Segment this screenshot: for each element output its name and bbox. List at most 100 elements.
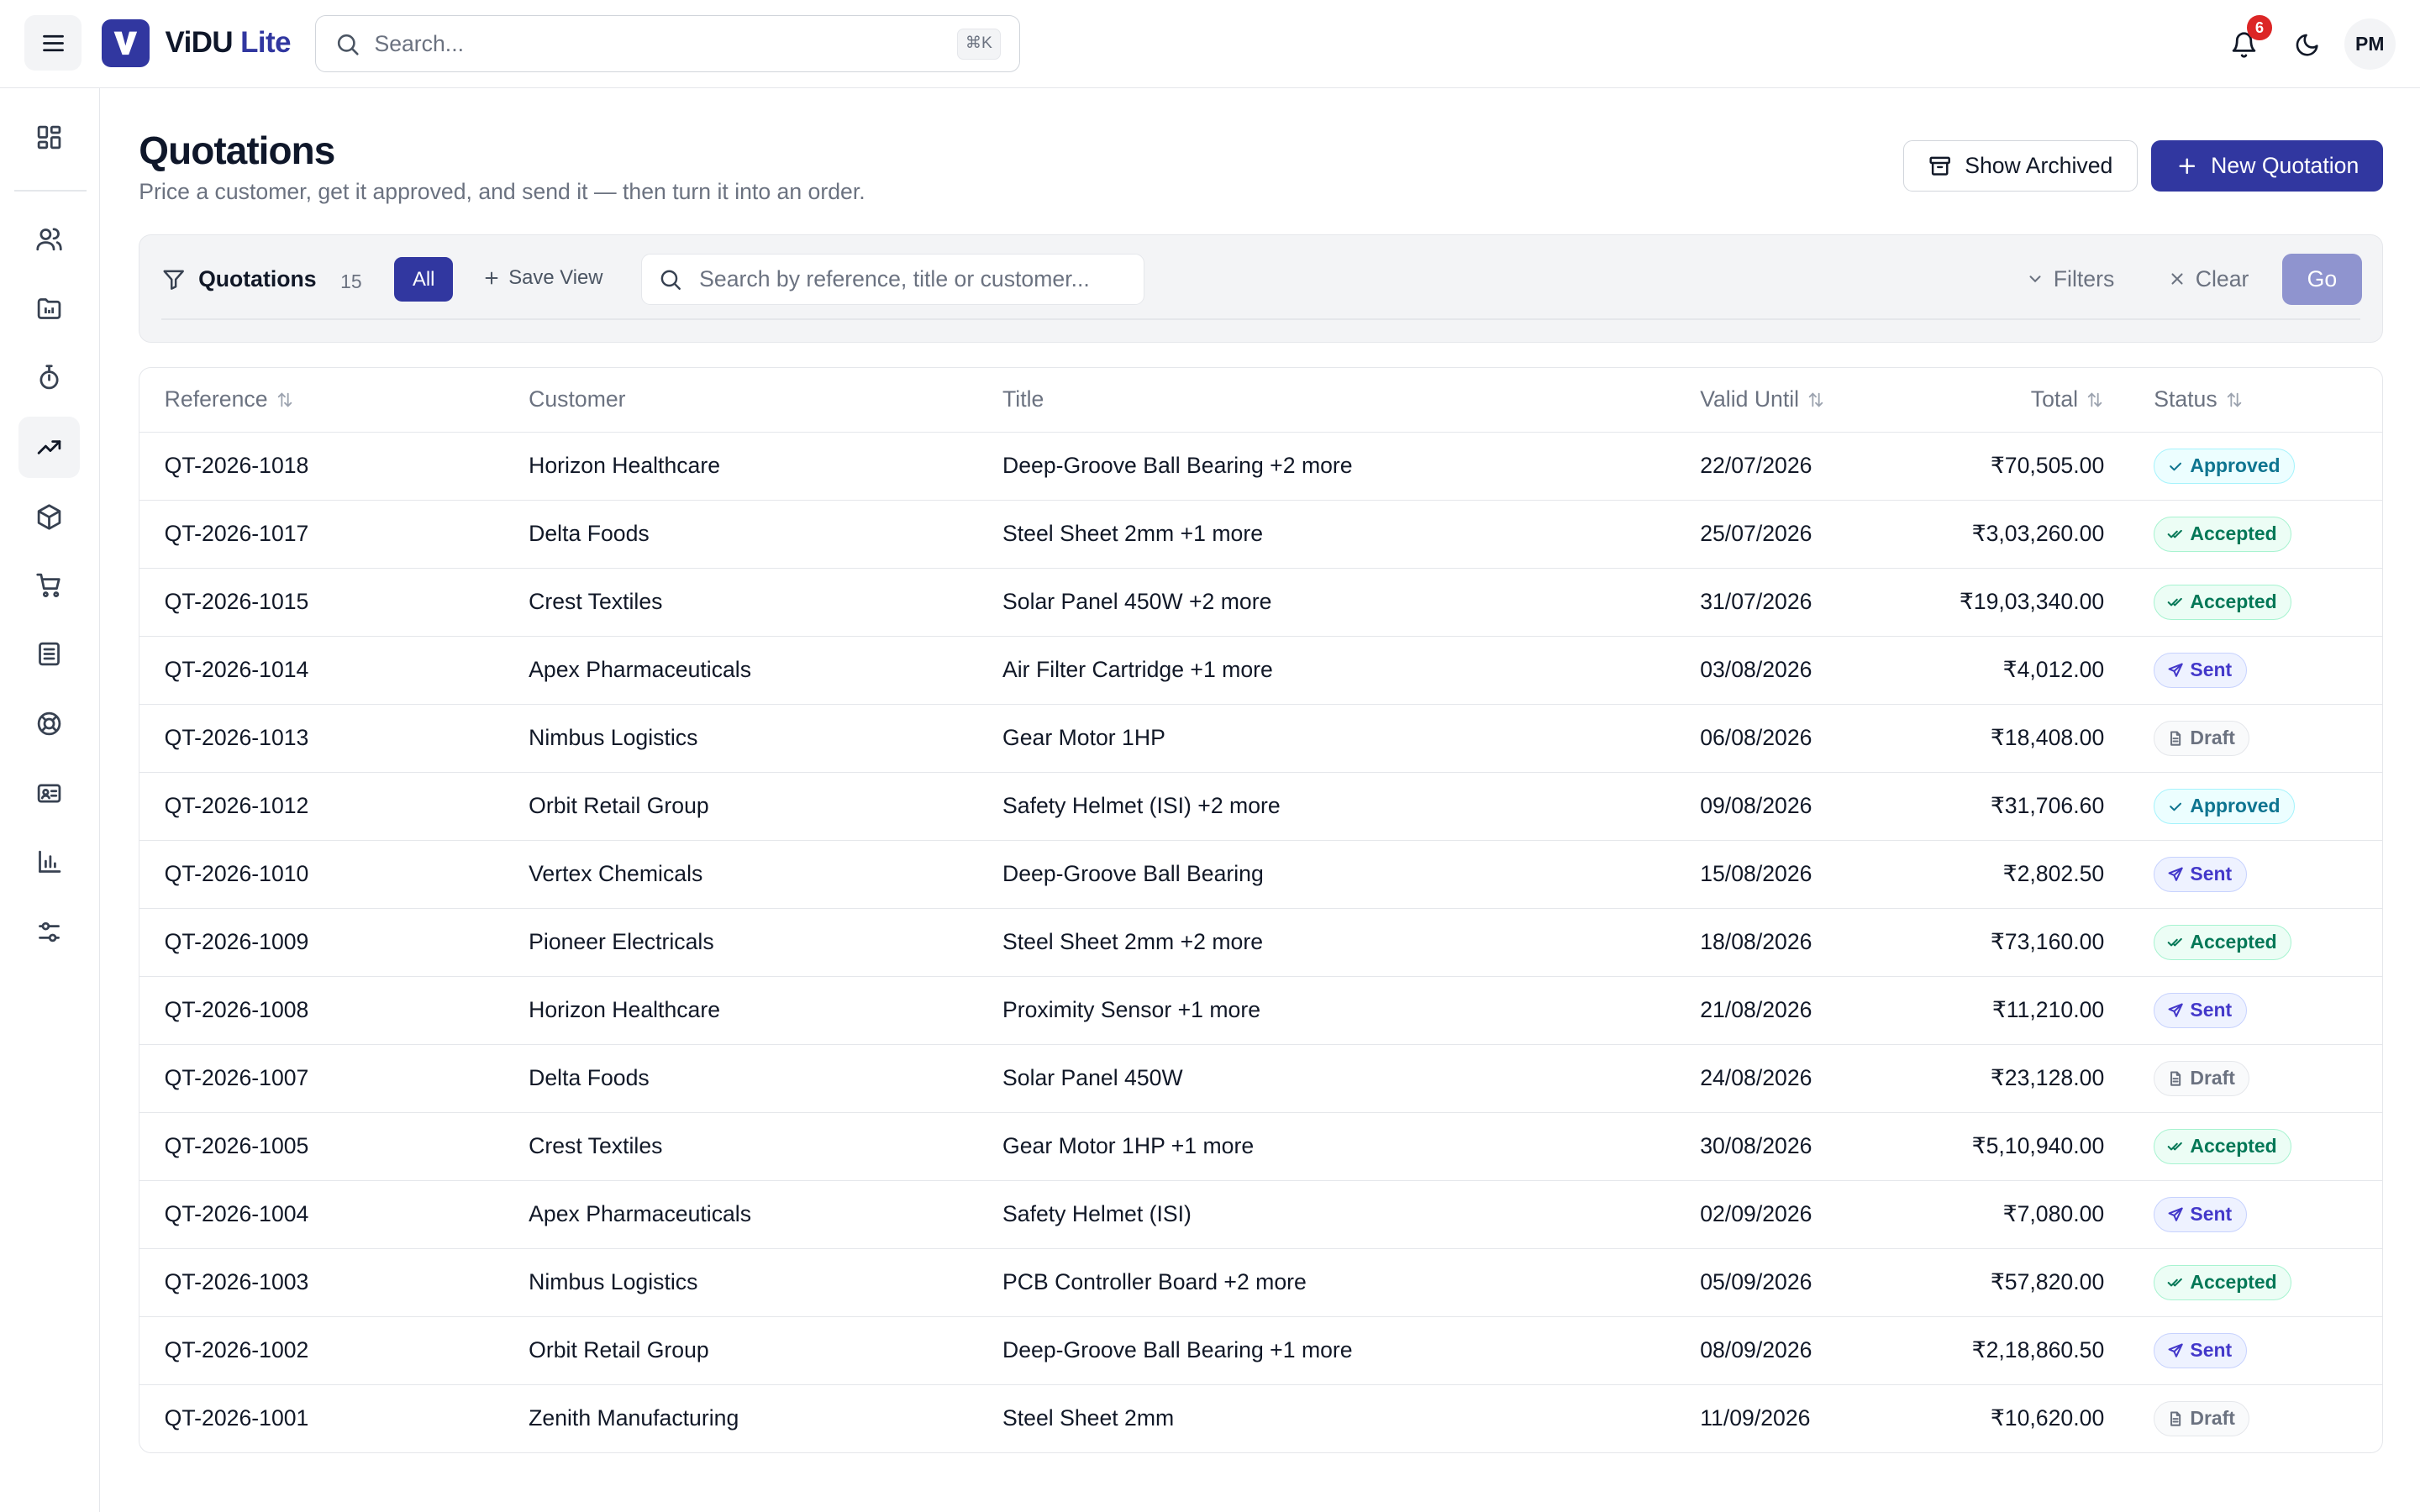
status-badge: Sent: [2154, 992, 2247, 1028]
status-badge: Accepted: [2154, 1128, 2292, 1164]
status-label: Sent: [2190, 1203, 2233, 1226]
new-quotation-label: New Quotation: [2211, 152, 2360, 178]
double-check-icon: [2167, 597, 2182, 606]
user-avatar[interactable]: PM: [2344, 18, 2396, 70]
cell-customer: Apex Pharmaceuticals: [529, 1201, 752, 1227]
check-icon: [2170, 802, 2181, 811]
sort-icon: [2087, 392, 2102, 407]
status-badge: Sent: [2154, 1196, 2247, 1232]
column-header-status[interactable]: Status: [2154, 386, 2244, 412]
menu-toggle-button[interactable]: [24, 15, 82, 71]
cell-total: ₹5,10,940.00: [1971, 1133, 2105, 1159]
table-row[interactable]: QT-2026-1012 Orbit Retail Group Safety Hel…: [139, 773, 2382, 842]
cell-reference: QT-2026-1010: [164, 861, 309, 887]
table-row[interactable]: QT-2026-1004 Apex Pharmaceuticals Safety H…: [139, 1181, 2382, 1250]
theme-toggle-button[interactable]: [2286, 24, 2328, 66]
table-row[interactable]: QT-2026-1010 Vertex Chemicals Deep-Groove …: [139, 841, 2382, 910]
status-badge: Approved: [2154, 448, 2295, 484]
cell-valid-until: 03/08/2026: [1700, 657, 1812, 683]
table-row[interactable]: QT-2026-1001 Zenith Manufacturing Steel Sh…: [139, 1385, 2382, 1452]
show-archived-button[interactable]: Show Archived: [1902, 140, 2138, 192]
cell-total: ₹4,012.00: [2002, 657, 2105, 683]
cell-title: Solar Panel 450W +2 more: [1002, 589, 1272, 615]
view-all-tab[interactable]: All: [394, 256, 454, 302]
status-badge: Accepted: [2154, 924, 2292, 960]
go-button[interactable]: Go: [2281, 254, 2363, 305]
cell-customer: Crest Textiles: [529, 1133, 663, 1159]
status-badge: Accepted: [2154, 1264, 2292, 1300]
table-row[interactable]: QT-2026-1013 Nimbus Logistics Gear Motor 1…: [139, 705, 2382, 774]
cart-icon: [36, 573, 60, 597]
cell-customer: Delta Foods: [529, 1065, 650, 1091]
cell-total: ₹57,820.00: [1990, 1269, 2105, 1295]
filters-label: Filters: [2053, 265, 2115, 291]
table-row[interactable]: QT-2026-1002 Orbit Retail Group Deep-Groov…: [139, 1317, 2382, 1386]
sidebar-item-settings[interactable]: [18, 901, 80, 963]
ledger-icon: [39, 642, 60, 666]
cell-title: Safety Helmet (ISI): [1002, 1201, 1192, 1227]
quotation-search-input[interactable]: Search by reference, title or customer..…: [641, 254, 1144, 305]
cell-total: ₹31,706.60: [1990, 793, 2105, 819]
status-label: Draft: [2190, 1067, 2235, 1089]
sidebar-item-purchases[interactable]: [18, 554, 80, 615]
sidebar-item-support[interactable]: [18, 693, 80, 754]
table-row[interactable]: QT-2026-1014 Apex Pharmaceuticals Air Filt…: [139, 637, 2382, 706]
cell-title: Steel Sheet 2mm +2 more: [1002, 929, 1264, 955]
save-view-label: Save View: [508, 265, 603, 289]
id-card-icon: [37, 784, 61, 803]
column-label: Reference: [164, 386, 268, 412]
table-row[interactable]: QT-2026-1018 Horizon Healthcare Deep-Groov…: [139, 433, 2382, 501]
sidebar-item-inventory[interactable]: [18, 486, 80, 548]
dashboard-icon: [37, 125, 61, 150]
sidebar: [0, 87, 101, 1512]
table-row[interactable]: QT-2026-1003 Nimbus Logistics PCB Controll…: [139, 1249, 2382, 1318]
filter-bar: Quotations 15 All Save View Search by re…: [139, 234, 2383, 343]
cell-total: ₹73,160.00: [1990, 929, 2105, 955]
cell-customer: Zenith Manufacturing: [529, 1405, 739, 1431]
table-row[interactable]: QT-2026-1015 Crest Textiles Solar Panel 45…: [139, 569, 2382, 638]
new-quotation-button[interactable]: New Quotation: [2151, 140, 2383, 192]
sidebar-item-accounting[interactable]: [18, 623, 80, 685]
cell-reference: QT-2026-1001: [164, 1405, 309, 1431]
table-row[interactable]: QT-2026-1009 Pioneer Electricals Steel She…: [139, 909, 2382, 978]
column-header-total[interactable]: Total: [2031, 386, 2104, 412]
table-header: Reference Customer Title Valid Until Tot…: [139, 368, 2382, 433]
column-header-valid-until[interactable]: Valid Until: [1700, 386, 1825, 412]
sidebar-item-sales[interactable]: [18, 416, 81, 479]
sidebar-item-projects[interactable]: [18, 278, 80, 339]
table-row[interactable]: QT-2026-1008 Horizon Healthcare Proximity …: [139, 977, 2382, 1046]
cell-title: Deep-Groove Ball Bearing: [1002, 861, 1264, 887]
table-row[interactable]: QT-2026-1007 Delta Foods Solar Panel 450W 2…: [139, 1045, 2382, 1114]
cell-title: Air Filter Cartridge +1 more: [1002, 657, 1273, 683]
cell-reference: QT-2026-1015: [164, 589, 309, 615]
column-label: Status: [2154, 386, 2217, 412]
sidebar-item-reports[interactable]: [18, 832, 80, 893]
cell-customer: Nimbus Logistics: [529, 1269, 698, 1295]
sidebar-item-hr[interactable]: [18, 762, 80, 823]
sidebar-item-timesheets[interactable]: [18, 347, 80, 408]
column-header-reference[interactable]: Reference: [165, 386, 294, 412]
table-row[interactable]: QT-2026-1017 Delta Foods Steel Sheet 2mm +…: [139, 501, 2382, 570]
sidebar-item-dashboard[interactable]: [18, 107, 80, 168]
filters-toggle[interactable]: Filters: [2026, 265, 2115, 292]
bar-chart-icon: [39, 850, 61, 874]
brand-logo[interactable]: ViDU Lite: [102, 18, 292, 68]
cell-reference: QT-2026-1013: [164, 725, 309, 751]
sidebar-item-customers[interactable]: [18, 208, 80, 270]
quotation-search-placeholder: Search by reference, title or customer..…: [699, 266, 1090, 291]
cell-total: ₹2,18,860.50: [1971, 1337, 2105, 1363]
column-label: Customer: [529, 386, 626, 412]
column-label: Total: [2030, 386, 2079, 412]
filter-funnel-icon: [163, 270, 184, 290]
column-header-title: Title: [1002, 386, 1044, 412]
logo-mark-icon: [102, 18, 150, 67]
clear-filters-button[interactable]: Clear: [2168, 266, 2249, 292]
cell-title: Deep-Groove Ball Bearing +2 more: [1002, 453, 1353, 479]
global-search-input[interactable]: Search... ⌘K: [314, 15, 1021, 73]
table-row[interactable]: QT-2026-1005 Crest Textiles Gear Motor 1HP…: [139, 1113, 2382, 1182]
status-label: Draft: [2190, 1407, 2235, 1430]
cell-valid-until: 06/08/2026: [1700, 725, 1812, 751]
status-badge: Accepted: [2154, 516, 2292, 552]
global-search-placeholder: Search...: [374, 30, 464, 56]
save-view-button[interactable]: Save View: [482, 266, 603, 290]
